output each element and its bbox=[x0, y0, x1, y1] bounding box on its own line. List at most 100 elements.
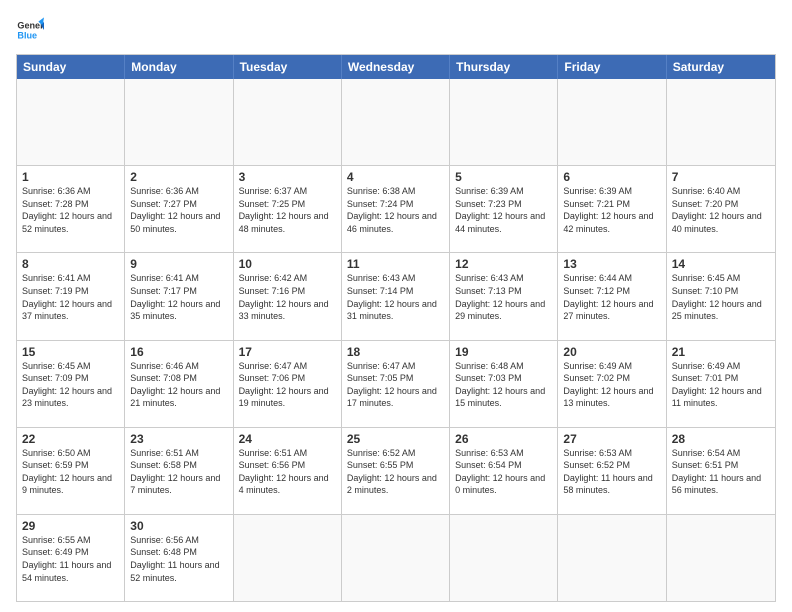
day-number: 8 bbox=[22, 257, 119, 271]
day-number: 7 bbox=[672, 170, 770, 184]
day-number: 18 bbox=[347, 345, 444, 359]
calendar-cell: 11Sunrise: 6:43 AMSunset: 7:14 PMDayligh… bbox=[342, 253, 450, 339]
calendar-cell bbox=[342, 79, 450, 165]
cell-content: Sunrise: 6:54 AMSunset: 6:51 PMDaylight:… bbox=[672, 447, 770, 497]
cell-content: Sunrise: 6:42 AMSunset: 7:16 PMDaylight:… bbox=[239, 272, 336, 322]
calendar-cell: 27Sunrise: 6:53 AMSunset: 6:52 PMDayligh… bbox=[558, 428, 666, 514]
day-number: 2 bbox=[130, 170, 227, 184]
cell-content: Sunrise: 6:47 AMSunset: 7:06 PMDaylight:… bbox=[239, 360, 336, 410]
calendar-cell: 12Sunrise: 6:43 AMSunset: 7:13 PMDayligh… bbox=[450, 253, 558, 339]
calendar-row bbox=[17, 79, 775, 165]
cell-content: Sunrise: 6:39 AMSunset: 7:21 PMDaylight:… bbox=[563, 185, 660, 235]
calendar-row: 15Sunrise: 6:45 AMSunset: 7:09 PMDayligh… bbox=[17, 340, 775, 427]
calendar-cell: 18Sunrise: 6:47 AMSunset: 7:05 PMDayligh… bbox=[342, 341, 450, 427]
cell-content: Sunrise: 6:47 AMSunset: 7:05 PMDaylight:… bbox=[347, 360, 444, 410]
calendar-cell bbox=[234, 79, 342, 165]
calendar: SundayMondayTuesdayWednesdayThursdayFrid… bbox=[16, 54, 776, 602]
calendar-cell: 30Sunrise: 6:56 AMSunset: 6:48 PMDayligh… bbox=[125, 515, 233, 601]
cell-content: Sunrise: 6:43 AMSunset: 7:14 PMDaylight:… bbox=[347, 272, 444, 322]
cell-content: Sunrise: 6:51 AMSunset: 6:58 PMDaylight:… bbox=[130, 447, 227, 497]
day-number: 11 bbox=[347, 257, 444, 271]
weekday-header: Tuesday bbox=[234, 55, 342, 79]
calendar-cell: 2Sunrise: 6:36 AMSunset: 7:27 PMDaylight… bbox=[125, 166, 233, 252]
page-header: General Blue bbox=[16, 16, 776, 44]
day-number: 15 bbox=[22, 345, 119, 359]
weekday-header: Monday bbox=[125, 55, 233, 79]
calendar-row: 1Sunrise: 6:36 AMSunset: 7:28 PMDaylight… bbox=[17, 165, 775, 252]
cell-content: Sunrise: 6:44 AMSunset: 7:12 PMDaylight:… bbox=[563, 272, 660, 322]
logo: General Blue bbox=[16, 16, 44, 44]
day-number: 20 bbox=[563, 345, 660, 359]
cell-content: Sunrise: 6:50 AMSunset: 6:59 PMDaylight:… bbox=[22, 447, 119, 497]
calendar-row: 22Sunrise: 6:50 AMSunset: 6:59 PMDayligh… bbox=[17, 427, 775, 514]
calendar-cell: 10Sunrise: 6:42 AMSunset: 7:16 PMDayligh… bbox=[234, 253, 342, 339]
day-number: 28 bbox=[672, 432, 770, 446]
day-number: 5 bbox=[455, 170, 552, 184]
cell-content: Sunrise: 6:49 AMSunset: 7:01 PMDaylight:… bbox=[672, 360, 770, 410]
day-number: 9 bbox=[130, 257, 227, 271]
day-number: 6 bbox=[563, 170, 660, 184]
day-number: 30 bbox=[130, 519, 227, 533]
weekday-header: Saturday bbox=[667, 55, 775, 79]
day-number: 22 bbox=[22, 432, 119, 446]
day-number: 23 bbox=[130, 432, 227, 446]
cell-content: Sunrise: 6:52 AMSunset: 6:55 PMDaylight:… bbox=[347, 447, 444, 497]
cell-content: Sunrise: 6:45 AMSunset: 7:09 PMDaylight:… bbox=[22, 360, 119, 410]
calendar-cell: 15Sunrise: 6:45 AMSunset: 7:09 PMDayligh… bbox=[17, 341, 125, 427]
calendar-cell: 29Sunrise: 6:55 AMSunset: 6:49 PMDayligh… bbox=[17, 515, 125, 601]
day-number: 10 bbox=[239, 257, 336, 271]
calendar-cell: 4Sunrise: 6:38 AMSunset: 7:24 PMDaylight… bbox=[342, 166, 450, 252]
cell-content: Sunrise: 6:49 AMSunset: 7:02 PMDaylight:… bbox=[563, 360, 660, 410]
calendar-cell: 6Sunrise: 6:39 AMSunset: 7:21 PMDaylight… bbox=[558, 166, 666, 252]
day-number: 19 bbox=[455, 345, 552, 359]
day-number: 29 bbox=[22, 519, 119, 533]
day-number: 21 bbox=[672, 345, 770, 359]
cell-content: Sunrise: 6:41 AMSunset: 7:17 PMDaylight:… bbox=[130, 272, 227, 322]
calendar-cell: 13Sunrise: 6:44 AMSunset: 7:12 PMDayligh… bbox=[558, 253, 666, 339]
calendar-cell: 1Sunrise: 6:36 AMSunset: 7:28 PMDaylight… bbox=[17, 166, 125, 252]
calendar-cell: 3Sunrise: 6:37 AMSunset: 7:25 PMDaylight… bbox=[234, 166, 342, 252]
day-number: 24 bbox=[239, 432, 336, 446]
calendar-body: 1Sunrise: 6:36 AMSunset: 7:28 PMDaylight… bbox=[17, 79, 775, 601]
day-number: 14 bbox=[672, 257, 770, 271]
calendar-cell: 23Sunrise: 6:51 AMSunset: 6:58 PMDayligh… bbox=[125, 428, 233, 514]
weekday-header: Friday bbox=[558, 55, 666, 79]
day-number: 16 bbox=[130, 345, 227, 359]
calendar-row: 29Sunrise: 6:55 AMSunset: 6:49 PMDayligh… bbox=[17, 514, 775, 601]
cell-content: Sunrise: 6:39 AMSunset: 7:23 PMDaylight:… bbox=[455, 185, 552, 235]
calendar-cell: 19Sunrise: 6:48 AMSunset: 7:03 PMDayligh… bbox=[450, 341, 558, 427]
cell-content: Sunrise: 6:53 AMSunset: 6:52 PMDaylight:… bbox=[563, 447, 660, 497]
logo-icon: General Blue bbox=[16, 16, 44, 44]
day-number: 26 bbox=[455, 432, 552, 446]
cell-content: Sunrise: 6:38 AMSunset: 7:24 PMDaylight:… bbox=[347, 185, 444, 235]
calendar-cell bbox=[125, 79, 233, 165]
cell-content: Sunrise: 6:41 AMSunset: 7:19 PMDaylight:… bbox=[22, 272, 119, 322]
day-number: 17 bbox=[239, 345, 336, 359]
cell-content: Sunrise: 6:40 AMSunset: 7:20 PMDaylight:… bbox=[672, 185, 770, 235]
calendar-cell bbox=[450, 79, 558, 165]
day-number: 3 bbox=[239, 170, 336, 184]
day-number: 13 bbox=[563, 257, 660, 271]
calendar-cell bbox=[234, 515, 342, 601]
cell-content: Sunrise: 6:56 AMSunset: 6:48 PMDaylight:… bbox=[130, 534, 227, 584]
cell-content: Sunrise: 6:51 AMSunset: 6:56 PMDaylight:… bbox=[239, 447, 336, 497]
calendar-cell bbox=[667, 79, 775, 165]
cell-content: Sunrise: 6:53 AMSunset: 6:54 PMDaylight:… bbox=[455, 447, 552, 497]
calendar-cell: 16Sunrise: 6:46 AMSunset: 7:08 PMDayligh… bbox=[125, 341, 233, 427]
calendar-cell: 25Sunrise: 6:52 AMSunset: 6:55 PMDayligh… bbox=[342, 428, 450, 514]
weekday-header: Thursday bbox=[450, 55, 558, 79]
svg-text:Blue: Blue bbox=[17, 30, 37, 40]
calendar-cell: 17Sunrise: 6:47 AMSunset: 7:06 PMDayligh… bbox=[234, 341, 342, 427]
calendar-cell: 26Sunrise: 6:53 AMSunset: 6:54 PMDayligh… bbox=[450, 428, 558, 514]
cell-content: Sunrise: 6:36 AMSunset: 7:28 PMDaylight:… bbox=[22, 185, 119, 235]
calendar-cell bbox=[342, 515, 450, 601]
cell-content: Sunrise: 6:43 AMSunset: 7:13 PMDaylight:… bbox=[455, 272, 552, 322]
calendar-cell: 24Sunrise: 6:51 AMSunset: 6:56 PMDayligh… bbox=[234, 428, 342, 514]
calendar-cell: 5Sunrise: 6:39 AMSunset: 7:23 PMDaylight… bbox=[450, 166, 558, 252]
calendar-cell: 28Sunrise: 6:54 AMSunset: 6:51 PMDayligh… bbox=[667, 428, 775, 514]
cell-content: Sunrise: 6:46 AMSunset: 7:08 PMDaylight:… bbox=[130, 360, 227, 410]
cell-content: Sunrise: 6:36 AMSunset: 7:27 PMDaylight:… bbox=[130, 185, 227, 235]
calendar-cell: 14Sunrise: 6:45 AMSunset: 7:10 PMDayligh… bbox=[667, 253, 775, 339]
day-number: 12 bbox=[455, 257, 552, 271]
cell-content: Sunrise: 6:37 AMSunset: 7:25 PMDaylight:… bbox=[239, 185, 336, 235]
